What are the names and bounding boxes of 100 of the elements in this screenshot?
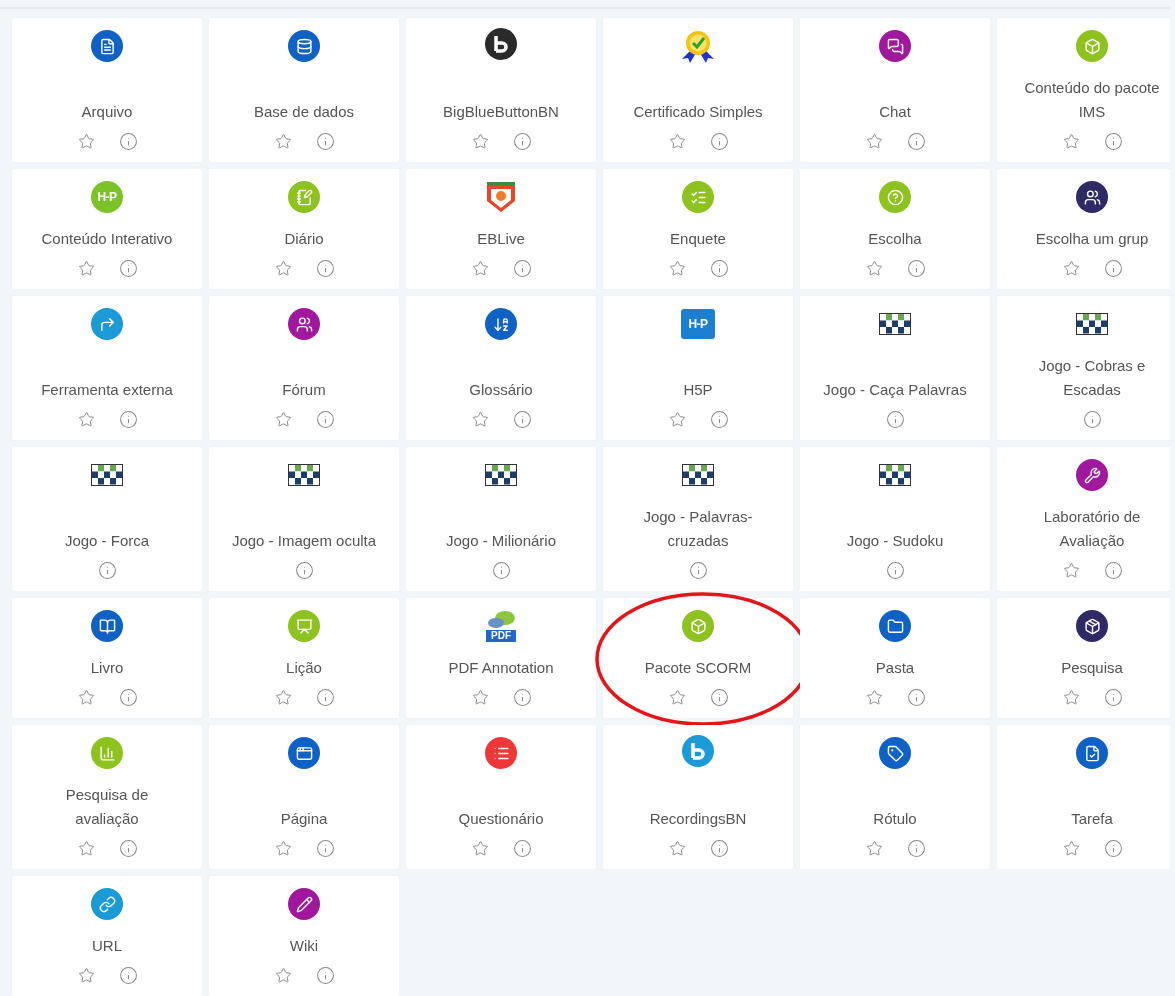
info-button[interactable] bbox=[906, 258, 926, 278]
star-button[interactable] bbox=[864, 131, 884, 151]
activity-card[interactable]: Pasta bbox=[800, 598, 990, 718]
star-button[interactable] bbox=[470, 409, 490, 429]
activity-card[interactable]: Ferramenta externa bbox=[12, 296, 202, 440]
star-button[interactable] bbox=[864, 838, 884, 858]
info-button[interactable] bbox=[709, 131, 729, 151]
star-button[interactable] bbox=[667, 687, 687, 707]
activity-card[interactable]: EBLive bbox=[406, 169, 596, 289]
star-button[interactable] bbox=[76, 965, 96, 985]
info-button[interactable] bbox=[315, 258, 335, 278]
info-button[interactable] bbox=[118, 687, 138, 707]
star-button[interactable] bbox=[76, 409, 96, 429]
info-button[interactable] bbox=[885, 560, 905, 580]
star-button[interactable] bbox=[1061, 258, 1081, 278]
star-button[interactable] bbox=[470, 131, 490, 151]
info-button[interactable] bbox=[294, 560, 314, 580]
info-button[interactable] bbox=[512, 258, 532, 278]
activity-card[interactable]: Escolha um grup bbox=[997, 169, 1170, 289]
activity-card[interactable]: Jogo - Imagem oculta bbox=[209, 447, 399, 591]
star-button[interactable] bbox=[76, 258, 96, 278]
activity-card[interactable]: Wiki bbox=[209, 876, 399, 996]
activity-card[interactable]: Jogo - Forca bbox=[12, 447, 202, 591]
info-button[interactable] bbox=[118, 258, 138, 278]
info-button[interactable] bbox=[709, 409, 729, 429]
star-button[interactable] bbox=[76, 838, 96, 858]
activity-card[interactable]: H-P H5P bbox=[603, 296, 793, 440]
info-button[interactable] bbox=[1103, 687, 1123, 707]
info-button[interactable] bbox=[491, 560, 511, 580]
activity-card[interactable]: Diário bbox=[209, 169, 399, 289]
info-button[interactable] bbox=[315, 687, 335, 707]
info-button[interactable] bbox=[512, 131, 532, 151]
info-button[interactable] bbox=[1103, 838, 1123, 858]
star-button[interactable] bbox=[273, 409, 293, 429]
star-button[interactable] bbox=[76, 687, 96, 707]
info-button[interactable] bbox=[1082, 409, 1102, 429]
info-button[interactable] bbox=[688, 560, 708, 580]
info-button[interactable] bbox=[315, 131, 335, 151]
activity-card[interactable]: RecordingsBN bbox=[603, 725, 793, 869]
activity-card[interactable]: Conteúdo do pacote IMS bbox=[997, 18, 1170, 162]
activity-card[interactable]: Base de dados bbox=[209, 18, 399, 162]
activity-card[interactable]: Fórum bbox=[209, 296, 399, 440]
star-button[interactable] bbox=[273, 131, 293, 151]
star-button[interactable] bbox=[1061, 687, 1081, 707]
info-button[interactable] bbox=[906, 838, 926, 858]
activity-card[interactable]: Escolha bbox=[800, 169, 990, 289]
activity-card[interactable]: Jogo - Palavras-cruzadas bbox=[603, 447, 793, 591]
activity-card[interactable]: PDF PDF Annotation bbox=[406, 598, 596, 718]
info-button[interactable] bbox=[118, 131, 138, 151]
star-button[interactable] bbox=[864, 687, 884, 707]
activity-card[interactable]: Questionário bbox=[406, 725, 596, 869]
activity-card[interactable]: Glossário bbox=[406, 296, 596, 440]
activity-card[interactable]: Jogo - Milionário bbox=[406, 447, 596, 591]
info-button[interactable] bbox=[97, 560, 117, 580]
activity-card[interactable]: Tarefa bbox=[997, 725, 1170, 869]
info-button[interactable] bbox=[906, 131, 926, 151]
activity-card[interactable]: Enquete bbox=[603, 169, 793, 289]
star-button[interactable] bbox=[667, 131, 687, 151]
activity-card[interactable]: Pesquisa de avaliação bbox=[12, 725, 202, 869]
star-button[interactable] bbox=[76, 131, 96, 151]
activity-card[interactable]: Arquivo bbox=[12, 18, 202, 162]
star-button[interactable] bbox=[273, 687, 293, 707]
activity-card[interactable]: Pacote SCORM bbox=[603, 598, 793, 718]
info-button[interactable] bbox=[315, 409, 335, 429]
star-button[interactable] bbox=[1061, 838, 1081, 858]
star-button[interactable] bbox=[470, 687, 490, 707]
info-button[interactable] bbox=[709, 687, 729, 707]
star-button[interactable] bbox=[273, 838, 293, 858]
activity-card[interactable]: Jogo - Cobras e Escadas bbox=[997, 296, 1170, 440]
info-button[interactable] bbox=[1103, 560, 1123, 580]
activity-card[interactable]: Rótulo bbox=[800, 725, 990, 869]
star-button[interactable] bbox=[1061, 560, 1081, 580]
activity-card[interactable]: Jogo - Caça Palavras bbox=[800, 296, 990, 440]
info-button[interactable] bbox=[709, 258, 729, 278]
star-button[interactable] bbox=[273, 965, 293, 985]
star-button[interactable] bbox=[864, 258, 884, 278]
star-button[interactable] bbox=[1061, 131, 1081, 151]
activity-card[interactable]: BigBlueButtonBN bbox=[406, 18, 596, 162]
info-button[interactable] bbox=[118, 965, 138, 985]
info-button[interactable] bbox=[118, 838, 138, 858]
activity-card[interactable]: Lição bbox=[209, 598, 399, 718]
activity-card[interactable]: Jogo - Sudoku bbox=[800, 447, 990, 591]
activity-card[interactable]: Certificado Simples bbox=[603, 18, 793, 162]
info-button[interactable] bbox=[1103, 131, 1123, 151]
info-button[interactable] bbox=[885, 409, 905, 429]
info-button[interactable] bbox=[512, 687, 532, 707]
star-button[interactable] bbox=[470, 838, 490, 858]
activity-card[interactable]: Laboratório de Avaliação bbox=[997, 447, 1170, 591]
star-button[interactable] bbox=[470, 258, 490, 278]
info-button[interactable] bbox=[315, 838, 335, 858]
activity-card[interactable]: Livro bbox=[12, 598, 202, 718]
info-button[interactable] bbox=[1103, 258, 1123, 278]
info-button[interactable] bbox=[906, 687, 926, 707]
activity-card[interactable]: H-P Conteúdo Interativo bbox=[12, 169, 202, 289]
info-button[interactable] bbox=[512, 409, 532, 429]
star-button[interactable] bbox=[667, 409, 687, 429]
info-button[interactable] bbox=[315, 965, 335, 985]
star-button[interactable] bbox=[667, 838, 687, 858]
star-button[interactable] bbox=[667, 258, 687, 278]
activity-card[interactable]: URL bbox=[12, 876, 202, 996]
